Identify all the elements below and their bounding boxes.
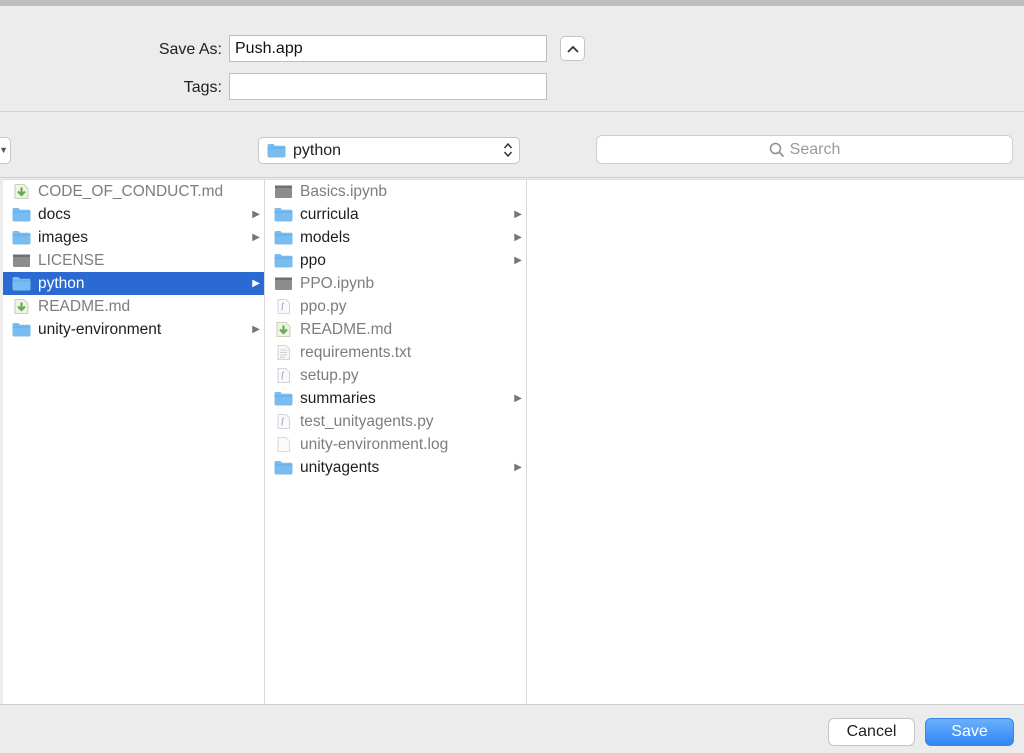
markdown-file-icon	[12, 299, 31, 314]
generic-file-icon	[12, 253, 31, 268]
folder-icon	[12, 207, 31, 222]
markdown-file-icon	[274, 322, 293, 337]
file-name: Basics.ipynb	[300, 182, 388, 200]
file-name: requirements.txt	[300, 343, 412, 361]
file-row[interactable]: summaries ▶	[265, 387, 526, 410]
python-file-icon	[274, 299, 293, 314]
file-name: unity-environment	[38, 320, 162, 338]
text-file-icon	[274, 345, 293, 360]
file-row[interactable]: models ▶	[265, 226, 526, 249]
collapse-dialog-button[interactable]	[560, 36, 585, 61]
folder-icon	[274, 253, 293, 268]
disclosure-arrow-icon: ▶	[514, 209, 522, 220]
column-browser: CODE_OF_CONDUCT.mddocs ▶ images ▶ LICENSE pyt…	[3, 179, 1024, 705]
file-row[interactable]: README.md	[3, 295, 264, 318]
folder-icon	[12, 276, 31, 291]
file-row[interactable]: docs ▶	[3, 203, 264, 226]
navigation-bar: ▼ python Search	[0, 113, 1024, 178]
browser-column-3	[527, 180, 1024, 705]
python-file-icon	[274, 414, 293, 429]
cancel-button[interactable]: Cancel	[828, 718, 915, 746]
save-button[interactable]: Save	[925, 718, 1014, 746]
file-name: README.md	[300, 320, 393, 338]
file-row[interactable]: ppo ▶	[265, 249, 526, 272]
tags-label: Tags:	[183, 79, 222, 96]
file-name: curricula	[300, 205, 359, 223]
file-name: ppo	[300, 251, 326, 269]
disclosure-arrow-icon: ▶	[514, 393, 522, 404]
disclosure-arrow-icon: ▶	[514, 462, 522, 473]
save-as-label: Save As:	[158, 41, 222, 58]
file-row[interactable]: setup.py	[265, 364, 526, 387]
folder-icon	[12, 322, 31, 337]
file-name: PPO.ipynb	[300, 274, 375, 292]
folder-icon	[274, 230, 293, 245]
markdown-file-icon	[12, 184, 31, 199]
file-row[interactable]: LICENSE	[3, 249, 264, 272]
file-row[interactable]: curricula ▶	[265, 203, 526, 226]
file-name: python	[38, 274, 85, 292]
file-row[interactable]: ppo.py	[265, 295, 526, 318]
file-name: test_unityagents.py	[300, 412, 434, 430]
save-as-field[interactable]: Push.app	[229, 35, 547, 62]
browser-column-2: Basics.ipynb curricula ▶ models ▶ ppo ▶ PPO.ipy…	[265, 180, 527, 705]
file-name: ppo.py	[300, 297, 347, 315]
up-down-chevron-icon	[503, 142, 513, 158]
chevron-up-icon	[566, 45, 579, 53]
folder-icon	[12, 230, 31, 245]
file-row[interactable]: images ▶	[3, 226, 264, 249]
file-name: LICENSE	[38, 251, 105, 269]
file-row[interactable]: README.md	[265, 318, 526, 341]
file-name: summaries	[300, 389, 376, 407]
tags-field[interactable]	[229, 73, 547, 100]
file-name: unity-environment.log	[300, 435, 449, 453]
file-name: CODE_OF_CONDUCT.md	[38, 182, 224, 200]
file-name: models	[300, 228, 350, 246]
disclosure-arrow-icon: ▶	[252, 209, 260, 220]
file-name: docs	[38, 205, 71, 223]
generic-file-icon	[274, 276, 293, 291]
folder-icon	[274, 207, 293, 222]
save-form: Save As: Push.app Tags:	[0, 6, 1024, 112]
generic-file-icon	[274, 184, 293, 199]
view-mode-popup[interactable]: ▼	[0, 137, 11, 164]
blank-file-icon	[274, 437, 293, 452]
folder-icon	[274, 460, 293, 475]
python-file-icon	[274, 368, 293, 383]
location-popup-label: python	[293, 141, 342, 159]
file-row[interactable]: requirements.txt	[265, 341, 526, 364]
browser-column-1: CODE_OF_CONDUCT.mddocs ▶ images ▶ LICENSE pyt…	[3, 180, 265, 705]
disclosure-arrow-icon: ▶	[252, 278, 260, 289]
search-icon	[769, 142, 784, 157]
file-row[interactable]: unity-environment ▶	[3, 318, 264, 341]
disclosure-arrow-icon: ▶	[252, 324, 260, 335]
file-row[interactable]: Basics.ipynb	[265, 180, 526, 203]
disclosure-arrow-icon: ▶	[514, 232, 522, 243]
chevron-down-icon: ▼	[0, 145, 8, 155]
file-name: unityagents	[300, 458, 380, 476]
file-name: images	[38, 228, 88, 246]
search-placeholder: Search	[789, 140, 841, 158]
file-row[interactable]: unityagents ▶	[265, 456, 526, 479]
file-row[interactable]: python ▶	[3, 272, 264, 295]
file-row[interactable]: unity-environment.log	[265, 433, 526, 456]
file-row[interactable]: CODE_OF_CONDUCT.md	[3, 180, 264, 203]
file-name: README.md	[38, 297, 131, 315]
file-row[interactable]: test_unityagents.py	[265, 410, 526, 433]
disclosure-arrow-icon: ▶	[252, 232, 260, 243]
disclosure-arrow-icon: ▶	[514, 255, 522, 266]
dialog-footer: Cancel Save	[0, 704, 1024, 753]
file-name: setup.py	[300, 366, 359, 384]
folder-icon	[274, 391, 293, 406]
file-row[interactable]: PPO.ipynb	[265, 272, 526, 295]
search-field[interactable]: Search	[596, 135, 1013, 164]
folder-icon	[267, 144, 286, 158]
location-popup[interactable]: python	[258, 137, 520, 164]
